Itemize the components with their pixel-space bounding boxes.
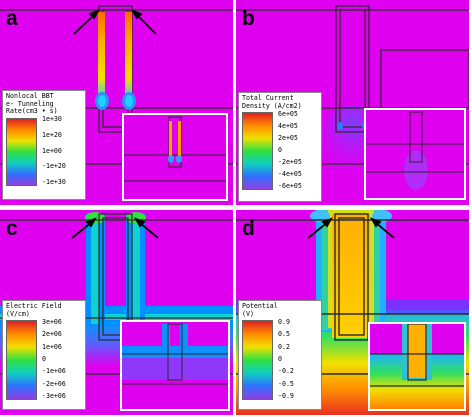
tick-label: 3e+06: [42, 318, 62, 327]
tick-label: 2e+06: [42, 330, 62, 339]
colorbar: [242, 112, 273, 191]
tick-label: -1e+20: [42, 162, 66, 171]
legend-title-line: Density (A/cm2): [242, 101, 302, 110]
colorbar: [6, 117, 37, 186]
tick-label: -6e+05: [278, 182, 302, 191]
colorbar-legend: Electric Field (V/cm) 3e+06 2e+06 1e+06 …: [2, 300, 86, 410]
panel-d-potential: d Potential (V) 0.9 0.5 0.2 0 -0.2 -0.5 …: [236, 210, 469, 415]
tick-label: -3e+06: [42, 392, 66, 401]
tick-label: 0.2: [278, 343, 290, 352]
zoomed-inset: [368, 322, 466, 411]
colorbar-legend: Nonlocal BBT e- Tunneling Rate(cm3 • s) …: [2, 90, 86, 200]
tick-label: 6e+05: [278, 110, 298, 119]
colorbar: [242, 320, 273, 401]
panel-label: a: [6, 7, 18, 30]
tick-label: -1e+30: [42, 178, 66, 187]
tick-label: 1e+20: [42, 131, 62, 140]
tick-label: 0.5: [278, 330, 290, 339]
panel-label: d: [242, 217, 255, 240]
colorbar-ticks: 0.9 0.5 0.2 0 -0.2 -0.5 -0.9: [278, 318, 318, 401]
tick-label: 1e+30: [42, 115, 62, 124]
colorbar: [6, 320, 37, 401]
zoomed-inset: [122, 113, 228, 201]
colorbar-ticks: 6e+05 4e+05 2e+05 0 -2e+05 -4e+05 -6e+05: [278, 110, 318, 191]
tick-label: 1e+06: [42, 343, 62, 352]
tick-label: -2e+06: [42, 380, 66, 389]
tick-label: 2e+05: [278, 134, 298, 143]
panel-label: b: [242, 7, 255, 30]
tick-label: 0: [42, 355, 46, 364]
tick-label: -1e+06: [42, 367, 66, 376]
tick-label: 4e+05: [278, 122, 298, 131]
panel-label: c: [6, 217, 18, 240]
tick-label: 0: [278, 146, 282, 155]
colorbar-ticks: 1e+30 1e+20 1e+00 -1e+20 -1e+30: [42, 115, 82, 187]
zoomed-inset: [364, 108, 466, 200]
tick-label: 1e+00: [42, 146, 62, 155]
tick-label: -0.9: [278, 392, 294, 401]
colorbar-legend: Total Current Density (A/cm2) 6e+05 4e+0…: [238, 92, 322, 202]
tick-label: -4e+05: [278, 170, 302, 179]
legend-title-line: Rate(cm3 • s): [6, 107, 58, 116]
panel-a-tunneling-rate: a Nonlocal BBT e- Tunneling Rate(cm3 • s…: [0, 0, 233, 205]
tick-label: 0: [278, 355, 282, 364]
tick-label: -0.5: [278, 380, 294, 389]
colorbar-legend: Potential (V) 0.9 0.5 0.2 0 -0.2 -0.5 -0…: [238, 300, 322, 410]
tick-label: -2e+05: [278, 158, 302, 167]
tick-label: -0.2: [278, 367, 294, 376]
legend-title-line: (V/cm): [6, 309, 30, 318]
colorbar-ticks: 3e+06 2e+06 1e+06 0 -1e+06 -2e+06 -3e+06: [42, 318, 82, 401]
tick-label: 0.9: [278, 318, 290, 327]
panel-b-current-density: b Total Current Density (A/cm2) 6e+05 4e…: [236, 0, 469, 205]
panel-c-electric-field: c Electric Field (V/cm) 3e+06 2e+06 1e+0…: [0, 210, 233, 415]
legend-title-line: (V): [242, 309, 254, 318]
zoomed-inset: [120, 320, 230, 411]
